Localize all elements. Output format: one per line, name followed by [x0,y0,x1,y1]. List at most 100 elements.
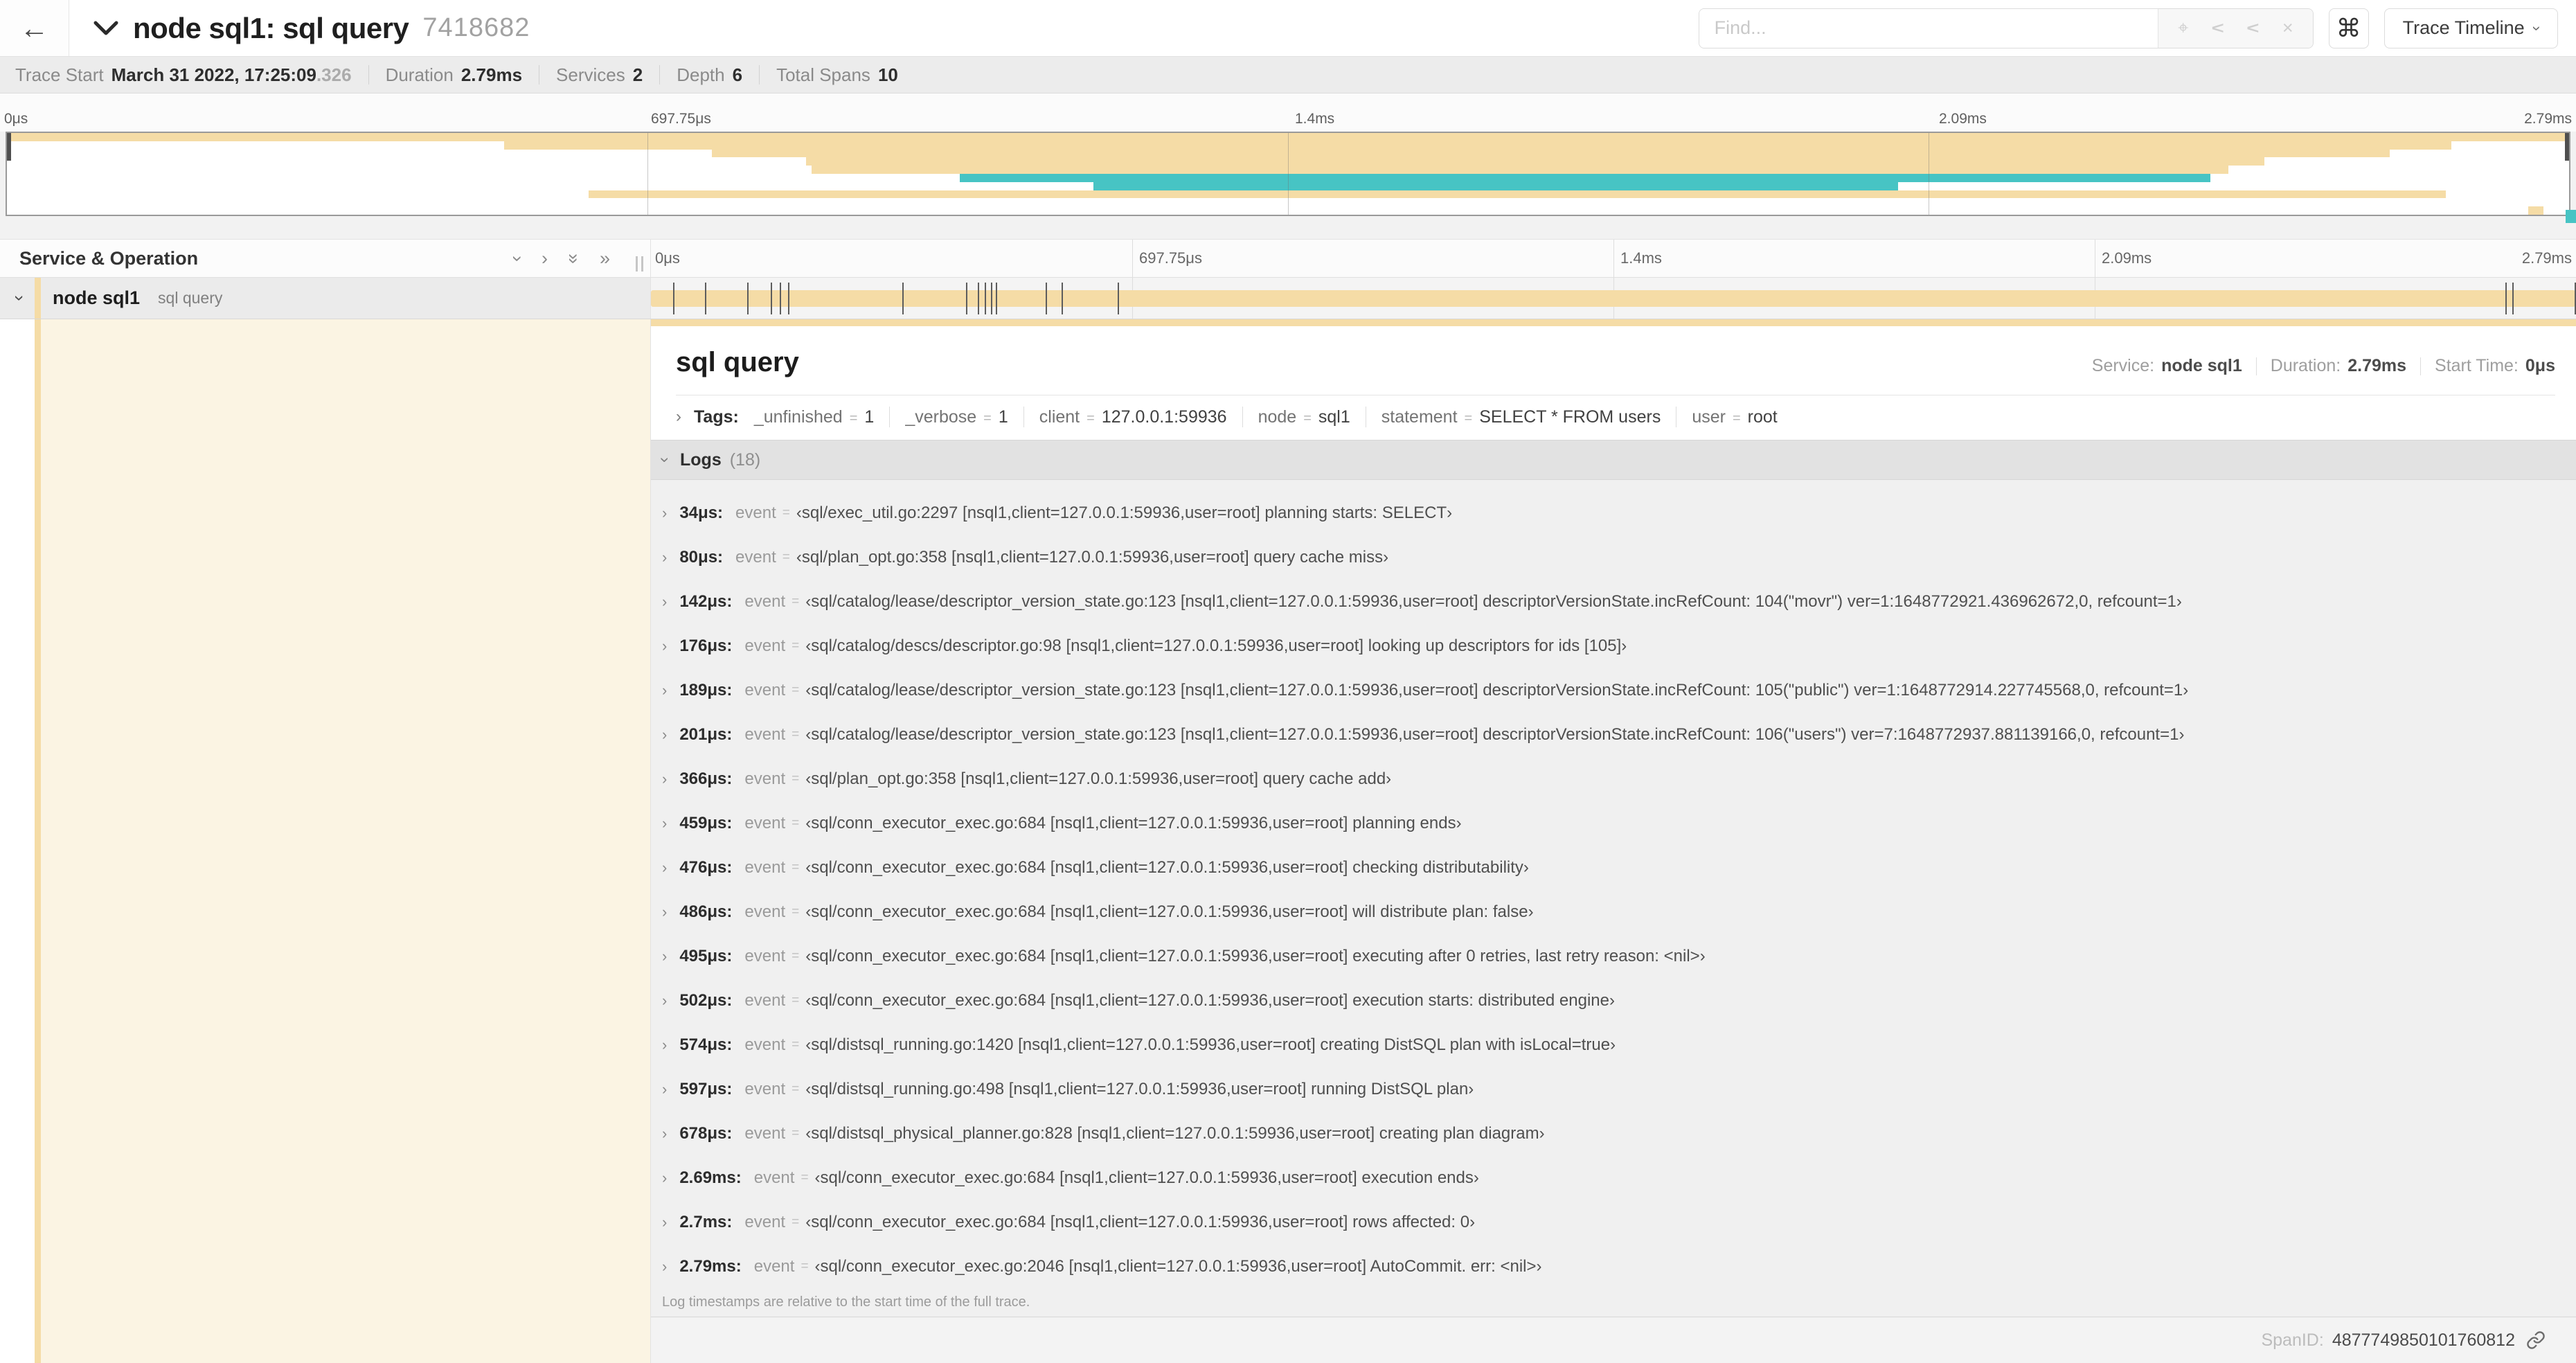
log-row[interactable]: › 678μs: event = ‹sql/distsql_physical_plann… [662,1112,2576,1156]
log-row[interactable]: › 366μs: event = ‹sql/plan_opt.go:358 [nsql1… [662,757,2576,801]
logs-accordion-header[interactable]: › Logs (18) [651,440,2576,480]
log-row[interactable]: › 597μs: event = ‹sql/distsql_running.go:498… [662,1067,2576,1112]
chevron-right-icon[interactable]: › [662,1258,667,1276]
column-resizer-grip[interactable] [636,256,643,271]
equals-sign: = [1464,410,1473,426]
log-field-value: ‹sql/conn_executor_exec.go:684 [nsql1,cl… [814,1168,1479,1187]
chevron-down-icon[interactable]: › [655,457,674,463]
log-field-key: event [744,1080,786,1098]
chevron-down-icon[interactable] [93,19,119,37]
log-marker-tick [996,283,998,314]
span-id-label: SpanID: [2261,1330,2324,1350]
locate-icon[interactable]: ⌖ [2178,19,2188,37]
log-row[interactable]: › 201μs: event = ‹sql/catalog/lease/descript… [662,713,2576,757]
chevron-right-icon[interactable]: › [662,1169,667,1187]
log-row[interactable]: › 459μs: event = ‹sql/conn_executor_exec.go:… [662,801,2576,846]
tag-item: user = root [1692,407,1777,427]
log-row[interactable]: › 176μs: event = ‹sql/catalog/descs/descript… [662,624,2576,668]
minimap-canvas[interactable] [6,132,2570,216]
tags-list: _unfinished = 1 _verbose = 1 client = 127.0.0.1:… [754,407,1778,427]
chevron-right-icon[interactable]: › [662,814,667,832]
find-input[interactable] [1699,8,2158,48]
stat-label: Depth [677,64,725,85]
minimap-left-scrubber[interactable] [7,133,11,161]
log-row[interactable]: › 142μs: event = ‹sql/catalog/lease/descript… [662,580,2576,624]
chevron-right-icon[interactable]: › [662,593,667,611]
log-field-value: ‹sql/conn_executor_exec.go:684 [nsql1,cl… [805,858,1529,877]
stat-suffix: .326 [316,64,352,85]
log-row[interactable]: › 80μs: event = ‹sql/plan_opt.go:358 [nsql1,… [662,535,2576,580]
find-prev-icon[interactable]: ∧ [2207,21,2228,35]
equals-sign: = [791,683,800,697]
ruler-tick-label: 697.75μs [1139,249,1202,267]
log-field-value: ‹sql/plan_opt.go:358 [nsql1,client=127.0… [796,548,1389,567]
log-marker-tick [902,283,904,314]
log-field-key: event [753,1257,795,1276]
chevron-right-icon[interactable]: › [662,726,667,744]
tags-accordion[interactable]: › Tags: _unfinished = 1 _verbose = 1 client = 12… [676,395,2555,440]
log-row[interactable]: › 495μs: event = ‹sql/conn_executor_exec.go:… [662,934,2576,979]
span-row[interactable]: › node sql1 sql query [0,278,2576,319]
log-row[interactable]: › 2.7ms: event = ‹sql/conn_executor_exec.go:… [662,1200,2576,1245]
chevron-right-icon[interactable]: › [662,903,667,921]
deep-link-icon[interactable] [2526,1330,2546,1350]
tag-value: SELECT * FROM users [1479,407,1661,427]
span-bar-cell[interactable] [651,278,2576,319]
log-field-value: ‹sql/catalog/lease/descriptor_version_st… [805,592,2182,611]
log-row[interactable]: › 574μs: event = ‹sql/distsql_running.go:142… [662,1023,2576,1067]
chevron-right-icon[interactable]: › [662,504,667,522]
find-group: ⌖ ∧ ∨ × [1698,8,2314,48]
logs-note: Log timestamps are relative to the start… [662,1294,1030,1310]
span-duration-bar[interactable] [651,290,2575,307]
find-clear-icon[interactable]: × [2282,19,2293,37]
log-row[interactable]: › 502μs: event = ‹sql/conn_executor_exec.go:… [662,979,2576,1023]
scrollbar-accent [2566,210,2576,223]
chevron-right-icon[interactable]: › [662,1213,667,1231]
tag-item: statement = SELECT * FROM users [1381,407,1661,427]
find-next-icon[interactable]: ∨ [2243,21,2264,35]
timeline-ruler: 0μs 697.75μs 1.4ms 2.09ms 2.79ms [651,240,2576,277]
chevron-right-icon[interactable]: › [676,407,681,427]
chevron-right-icon[interactable]: › [662,992,667,1010]
divider [759,65,760,84]
chevron-right-icon[interactable]: › [662,770,667,788]
log-row[interactable]: › 189μs: event = ‹sql/catalog/lease/descript… [662,668,2576,713]
span-color-bar [35,319,41,1363]
keyboard-shortcuts-button[interactable]: ⌘ [2328,8,2369,48]
log-field-key: event [744,725,786,744]
minimap-right-scrubber[interactable] [2565,133,2569,161]
log-row[interactable]: › 476μs: event = ‹sql/conn_executor_exec.go:… [662,846,2576,890]
log-row[interactable]: › 2.69ms: event = ‹sql/conn_executor_exec.go… [662,1156,2576,1200]
trace-view-selector[interactable]: Trace Timeline › [2383,8,2558,48]
span-collapse-icon[interactable]: › [9,295,30,301]
back-button[interactable]: ← [0,0,69,56]
expand-all-icon[interactable]: » [600,248,610,269]
log-marker-tick [704,283,706,314]
trace-stat: Trace Start March 31 2022, 17:25:09.326 [15,64,352,86]
span-name-cell[interactable]: › node sql1 sql query [0,278,651,319]
chevron-right-icon[interactable]: › [662,1036,667,1054]
chevron-right-icon[interactable]: › [662,549,667,567]
chevron-right-icon[interactable]: › [662,637,667,655]
logs-count: (18) [729,449,761,470]
log-row[interactable]: › 2.79ms: event = ‹sql/conn_executor_exec.go… [662,1245,2576,1289]
chevron-right-icon[interactable]: › [662,859,667,877]
log-marker-tick [672,283,674,314]
chevron-right-icon[interactable]: › [662,1080,667,1098]
collapse-one-icon[interactable]: › [507,256,528,262]
chevron-right-icon[interactable]: › [662,682,667,700]
chevron-right-icon[interactable]: › [662,947,667,965]
log-row[interactable]: › 486μs: event = ‹sql/conn_executor_exec.go:… [662,890,2576,934]
equals-sign: = [1086,410,1095,426]
collapse-all-icon[interactable]: » [563,253,584,263]
log-field-key: event [744,1213,786,1231]
chevron-right-icon[interactable]: › [662,1125,667,1143]
log-timestamp: 201μs: [679,725,733,744]
tag-key: _verbose [905,407,977,427]
expand-one-icon[interactable]: › [542,248,548,269]
log-row[interactable]: › 34μs: event = ‹sql/exec_util.go:2297 [nsql… [662,491,2576,535]
log-timestamp: 34μs: [679,504,724,522]
log-marker-tick [2505,283,2507,314]
tag-key: user [1692,407,1726,427]
log-field-value: ‹sql/conn_executor_exec.go:684 [nsql1,cl… [805,947,1706,965]
